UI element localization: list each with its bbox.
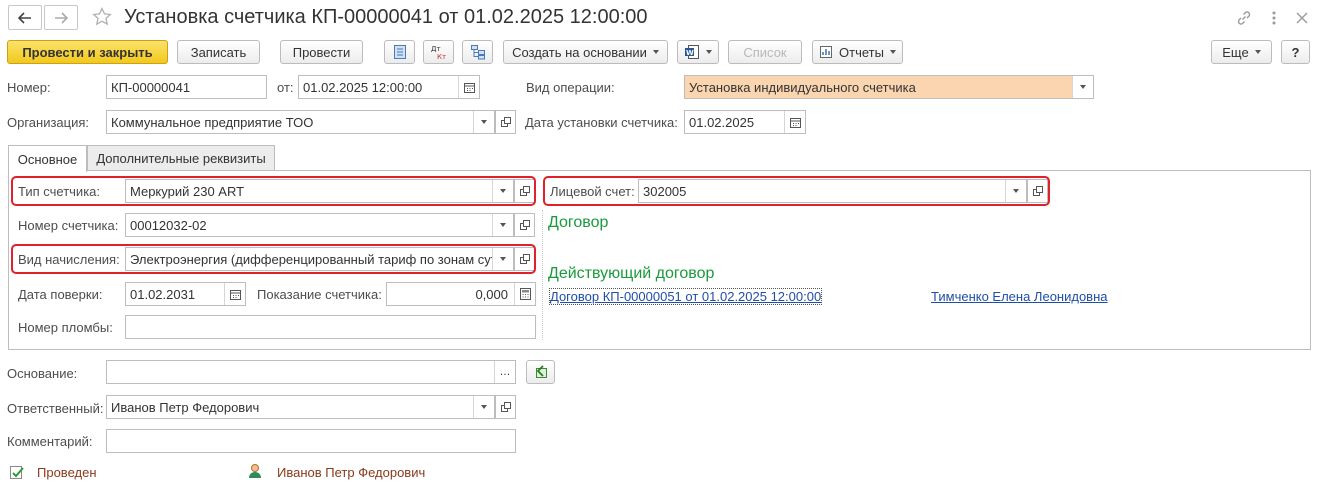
- forward-button[interactable]: [44, 5, 78, 30]
- contract-person-link[interactable]: Тимченко Елена Леонидовна: [931, 289, 1108, 304]
- open-icon[interactable]: [495, 110, 516, 134]
- install-date-field[interactable]: 01.02.2025: [684, 110, 806, 134]
- accrual-type-highlight: [11, 244, 536, 274]
- dt-kt-icon: ДтКт: [431, 45, 446, 60]
- contract-link[interactable]: Договор КП-00000051 от 01.02.2025 12:00:…: [548, 288, 823, 305]
- hierarchy-icon: [470, 45, 485, 60]
- dropdown-arrow-icon[interactable]: [1072, 76, 1093, 98]
- date-label: от:: [277, 80, 294, 95]
- help-button[interactable]: ?: [1281, 40, 1310, 64]
- svg-text:Дт: Дт: [431, 45, 441, 53]
- back-button[interactable]: [8, 5, 42, 30]
- tab-main[interactable]: Основное: [8, 145, 87, 172]
- basis-label: Основание:: [7, 366, 78, 381]
- save-button[interactable]: Записать: [177, 40, 260, 64]
- responsible-label: Ответственный:: [7, 401, 104, 416]
- seal-number-label: Номер пломбы:: [18, 320, 113, 335]
- report-icon: [820, 46, 833, 58]
- operation-type-label: Вид операции:: [526, 80, 615, 95]
- verification-date-field[interactable]: 01.02.2031: [125, 282, 246, 306]
- dropdown-arrow-icon[interactable]: [473, 396, 494, 418]
- verification-date-label: Дата поверки:: [18, 287, 103, 302]
- list-button[interactable]: Список: [728, 40, 802, 64]
- arrow-right-icon: [55, 11, 68, 24]
- user-icon: [248, 463, 262, 482]
- structure-button[interactable]: [462, 40, 493, 64]
- comment-label: Комментарий:: [7, 434, 93, 449]
- arrow-left-icon: [18, 11, 31, 24]
- calendar-icon[interactable]: [458, 76, 479, 98]
- operation-type-field[interactable]: Установка индивидуального счетчика: [684, 75, 1094, 99]
- word-document-icon: W: [685, 45, 699, 59]
- fill-from-basis-button[interactable]: [526, 360, 555, 384]
- number-field[interactable]: КП-00000041: [106, 75, 267, 99]
- comment-field[interactable]: [106, 429, 516, 453]
- more-button[interactable]: Еще: [1211, 40, 1272, 64]
- meter-number-label: Номер счетчика:: [18, 218, 119, 233]
- dropdown-arrow-icon[interactable]: [492, 214, 513, 236]
- date-field[interactable]: 01.02.2025 12:00:00: [298, 75, 480, 99]
- meter-number-field[interactable]: 00012032-02: [125, 213, 514, 237]
- meter-reading-field[interactable]: 0,000: [386, 282, 536, 306]
- open-icon[interactable]: [514, 213, 535, 237]
- personal-account-highlight: [543, 176, 1050, 206]
- print-word-button[interactable]: W: [677, 40, 719, 64]
- meter-type-highlight: [11, 176, 536, 206]
- ellipsis-icon[interactable]: …: [494, 361, 515, 383]
- install-date-label: Дата установки счетчика:: [525, 115, 678, 130]
- more-vertical-icon[interactable]: [1264, 8, 1284, 28]
- chevron-down-icon: [652, 50, 659, 54]
- number-label: Номер:: [7, 80, 51, 95]
- chevron-down-icon: [889, 50, 896, 54]
- calendar-icon[interactable]: [224, 283, 245, 305]
- basis-field[interactable]: …: [106, 360, 516, 384]
- column-divider: [542, 210, 543, 340]
- calculator-icon[interactable]: [514, 283, 535, 305]
- tab-additional[interactable]: Дополнительные реквизиты: [87, 145, 275, 171]
- link-icon[interactable]: [1234, 8, 1254, 28]
- svg-text:Кт: Кт: [437, 53, 446, 60]
- document-icon: [393, 45, 406, 59]
- dropdown-arrow-icon[interactable]: [473, 111, 494, 133]
- post-and-close-button[interactable]: Провести и закрыть: [7, 40, 168, 64]
- favorite-star-icon[interactable]: [92, 7, 112, 27]
- active-contract-heading: Действующий договор: [548, 265, 715, 282]
- meter-reading-label: Показание счетчика:: [257, 287, 382, 302]
- fill-arrow-icon: [535, 365, 547, 378]
- posted-status: Проведен: [37, 465, 97, 480]
- close-icon[interactable]: [1292, 8, 1312, 28]
- page-title: Установка счетчика КП-00000041 от 01.02.…: [124, 6, 648, 28]
- contract-heading: Договор: [548, 214, 609, 231]
- posted-check-icon: [9, 464, 25, 483]
- reports-button[interactable]: Отчеты: [812, 40, 903, 64]
- organization-field[interactable]: Коммунальное предприятие ТОО: [106, 110, 495, 134]
- author-name: Иванов Петр Федорович: [277, 465, 426, 480]
- chevron-down-icon: [706, 50, 712, 54]
- post-button[interactable]: Провести: [280, 40, 363, 64]
- open-icon[interactable]: [495, 395, 516, 419]
- seal-number-field[interactable]: [125, 315, 536, 339]
- responsible-field[interactable]: Иванов Петр Федорович: [106, 395, 495, 419]
- debit-credit-button[interactable]: Дт Кт: [423, 40, 454, 64]
- create-based-on-button[interactable]: Создать на основании: [503, 40, 668, 64]
- svg-text:W: W: [686, 49, 694, 57]
- calendar-icon[interactable]: [784, 111, 805, 133]
- document-list-icon-button[interactable]: [384, 40, 415, 64]
- chevron-down-icon: [1254, 50, 1261, 54]
- organization-label: Организация:: [7, 115, 90, 130]
